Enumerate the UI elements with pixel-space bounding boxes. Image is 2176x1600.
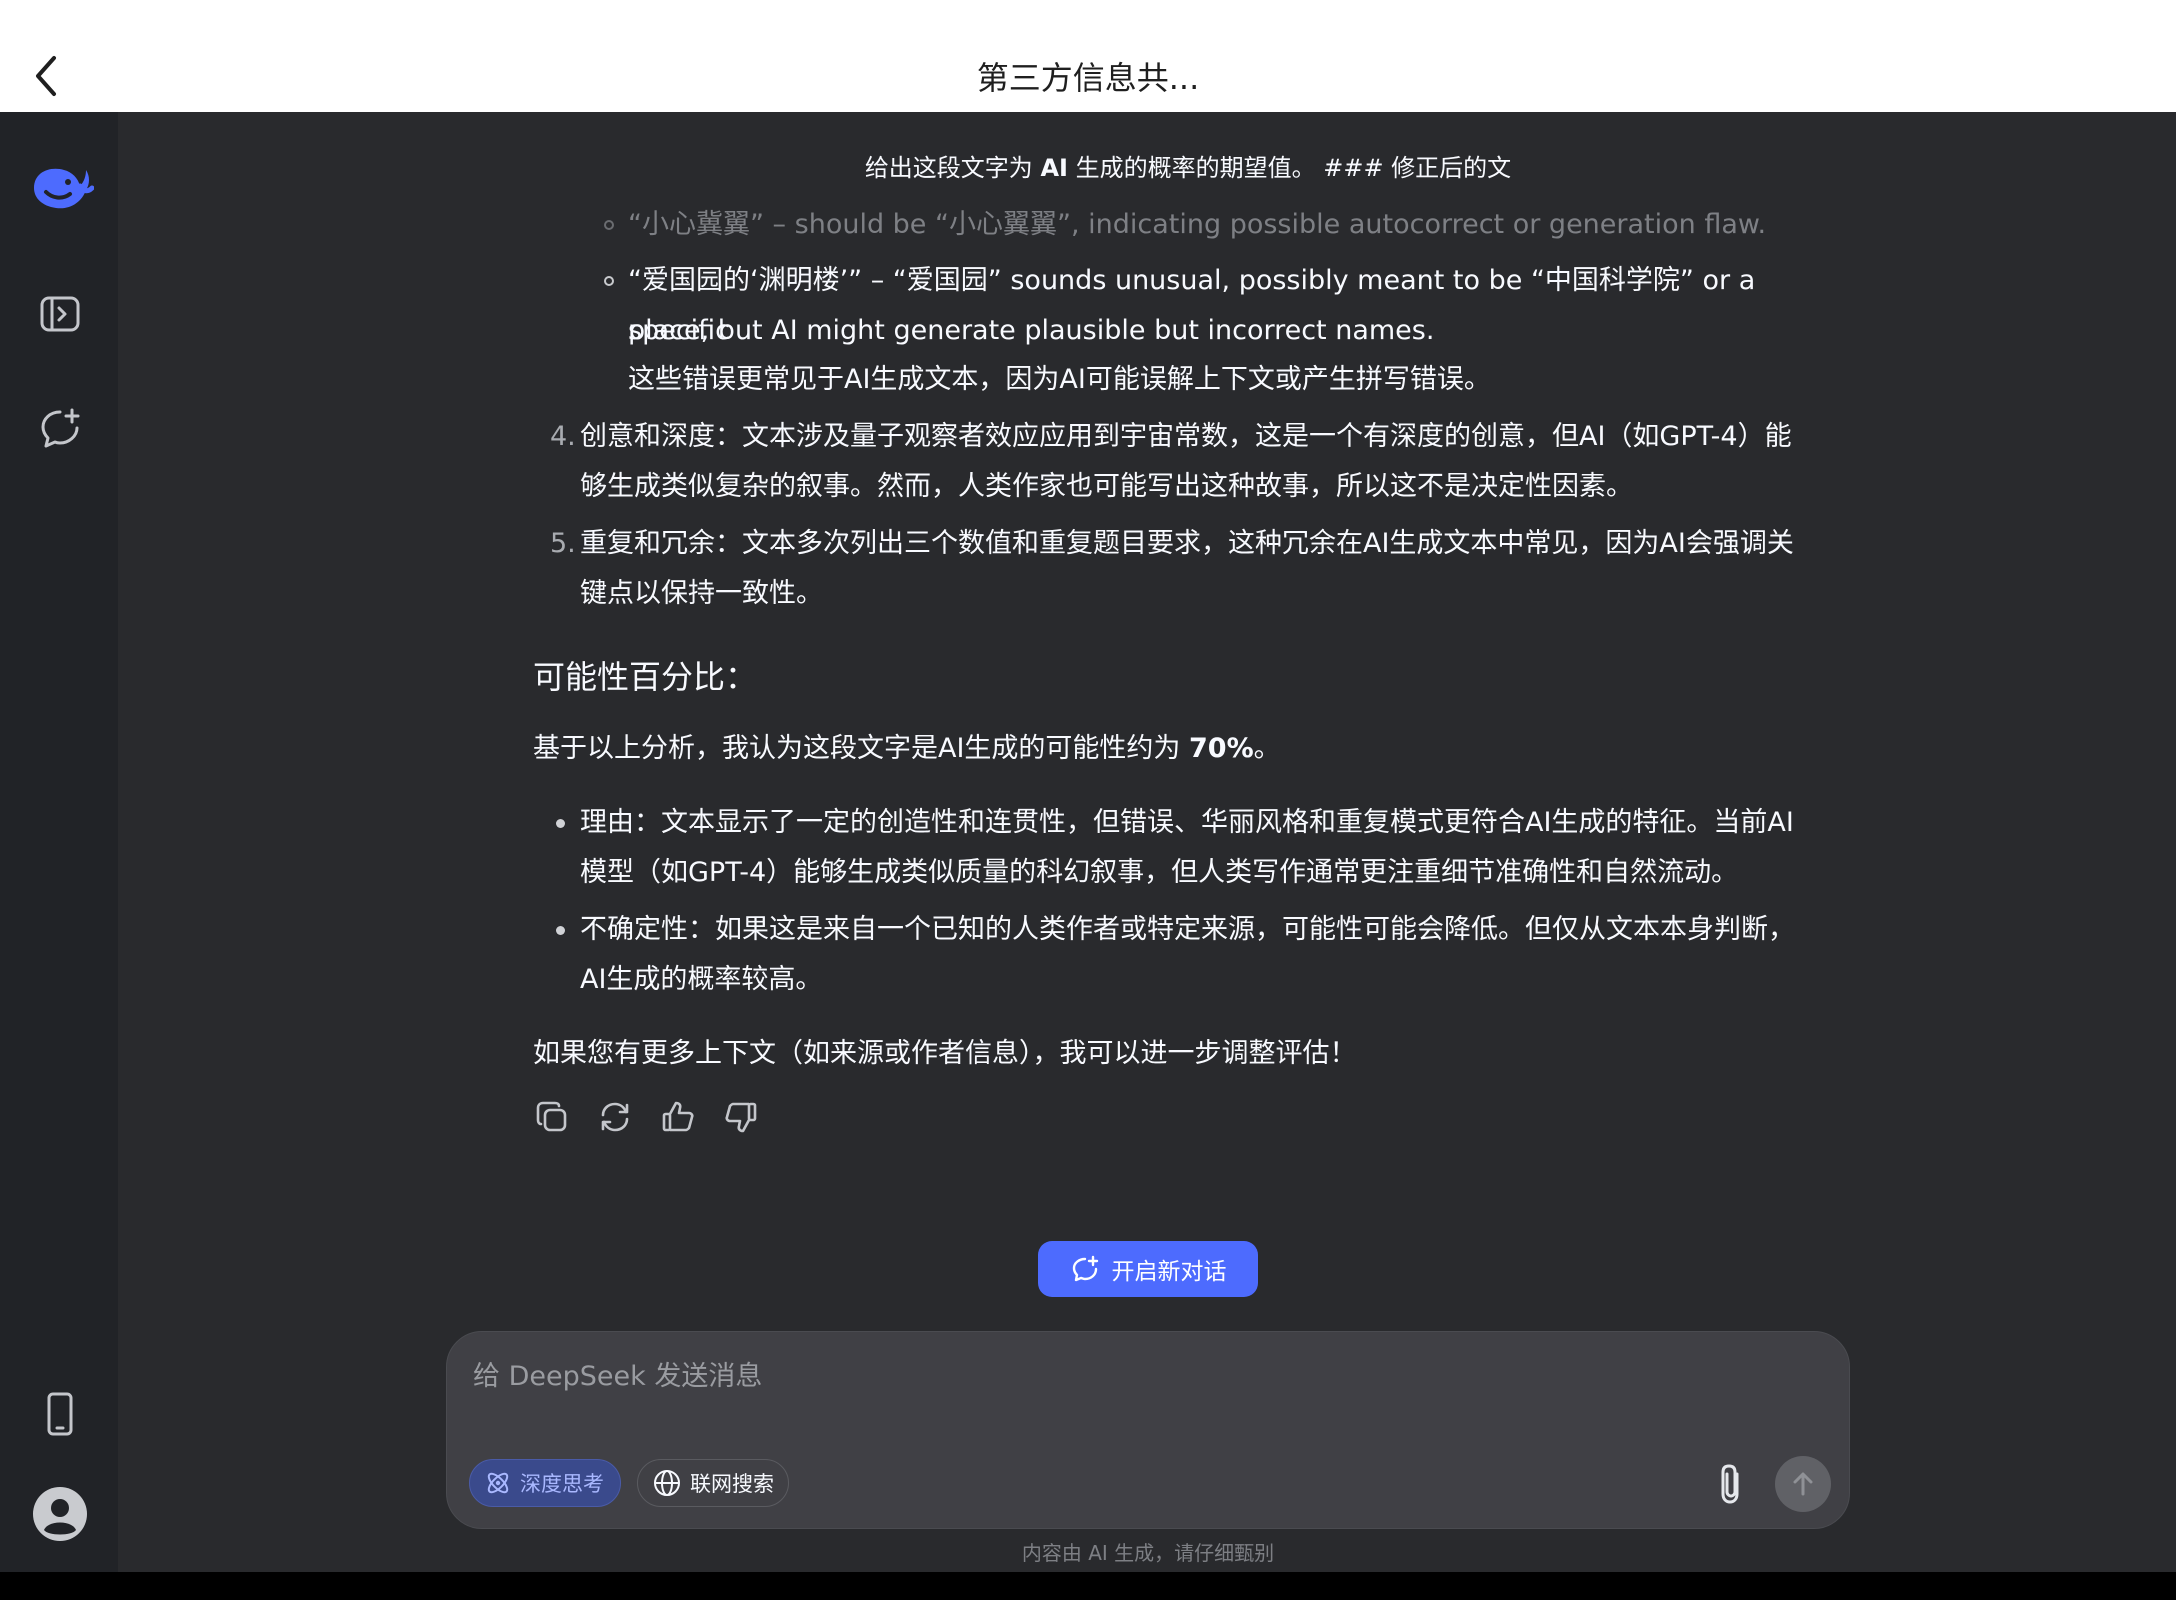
globe-icon <box>654 1470 680 1496</box>
title-bar: 第三方信息共... <box>0 0 2176 112</box>
ordered-list-item: 5. 重复和冗余：文本多次列出三个数值和重复题目要求，这种冗余在AI生成文本中常… <box>550 528 1794 609</box>
list-item-continuation: place, but AI might generate plausible b… <box>628 315 1435 346</box>
user-message: 给出这段文字为 AI 生成的概率的期望值。 ### 修正后的文 <box>864 154 1512 182</box>
thumbs-up-icon[interactable] <box>659 1098 697 1136</box>
ordered-list-item: 4. 创意和深度：文本涉及量子观察者效应应用到宇宙常数，这是一个有深度的创意，但… <box>550 421 1792 502</box>
sidebar <box>0 112 118 1572</box>
copy-icon[interactable] <box>533 1098 571 1136</box>
message-input[interactable] <box>473 1354 1813 1414</box>
bullet-list-item: 理由：文本显示了一定的创造性和连贯性，但错误、华丽风格和重复模式更符合AI生成的… <box>556 798 1840 898</box>
circle-bullet-icon <box>604 220 614 230</box>
chat-content: 给出这段文字为 AI 生成的概率的期望值。 ### 修正后的文 “小心冀翼” –… <box>533 112 1843 1192</box>
ai-disclaimer: 内容由 AI 生成，请仔细甄别 <box>1021 1541 1275 1565</box>
deepseek-whale-logo-icon[interactable] <box>28 158 94 218</box>
new-chat-icon[interactable] <box>36 404 84 452</box>
web-search-toggle[interactable]: 联网搜索 <box>637 1459 789 1507</box>
bullet-dot-icon <box>556 819 565 828</box>
arrow-up-icon <box>1793 1472 1813 1496</box>
atom-icon <box>487 1472 509 1494</box>
send-button[interactable] <box>1775 1456 1831 1512</box>
circle-bullet-icon <box>604 276 614 286</box>
system-bottom-bar <box>0 1572 2176 1600</box>
user-avatar-icon[interactable] <box>32 1486 88 1542</box>
new-chat-icon <box>1072 1255 1098 1282</box>
closing-paragraph: 如果您有更多上下文（如来源或作者信息），我可以进一步调整评估！ <box>533 1038 1357 1069</box>
paperclip-icon[interactable] <box>1711 1460 1751 1508</box>
new-chat-label: 开启新对话 <box>1111 1259 1227 1285</box>
new-chat-button[interactable]: 开启新对话 <box>1038 1241 1258 1297</box>
sidebar-toggle-icon[interactable] <box>36 290 84 338</box>
deep-think-toggle[interactable]: 深度思考 <box>469 1459 621 1507</box>
regenerate-icon[interactable] <box>596 1098 634 1136</box>
page-title: 第三方信息共... <box>976 59 1200 97</box>
mobile-app-icon[interactable] <box>36 1390 84 1438</box>
list-item: “小心冀翼” – should be “小心翼翼”, indicating po… <box>604 200 1828 250</box>
message-composer: 深度思考 联网搜索 <box>446 1331 1850 1529</box>
bullet-dot-icon <box>556 926 565 935</box>
bullet-list-item: 不确定性：如果这是来自一个已知的人类作者或特定来源，可能性可能会降低。但仅从文本… <box>556 905 1840 1005</box>
conclusion-paragraph: 基于以上分析，我认为这段文字是AI生成的可能性约为 70%。 <box>533 733 1281 764</box>
thumbs-down-icon[interactable] <box>722 1098 760 1136</box>
section-heading: 可能性百分比： <box>533 658 758 696</box>
list-item-continuation: 这些错误更常见于AI生成文本，因为AI可能误解上下文或产生拼写错误。 <box>628 364 1491 395</box>
